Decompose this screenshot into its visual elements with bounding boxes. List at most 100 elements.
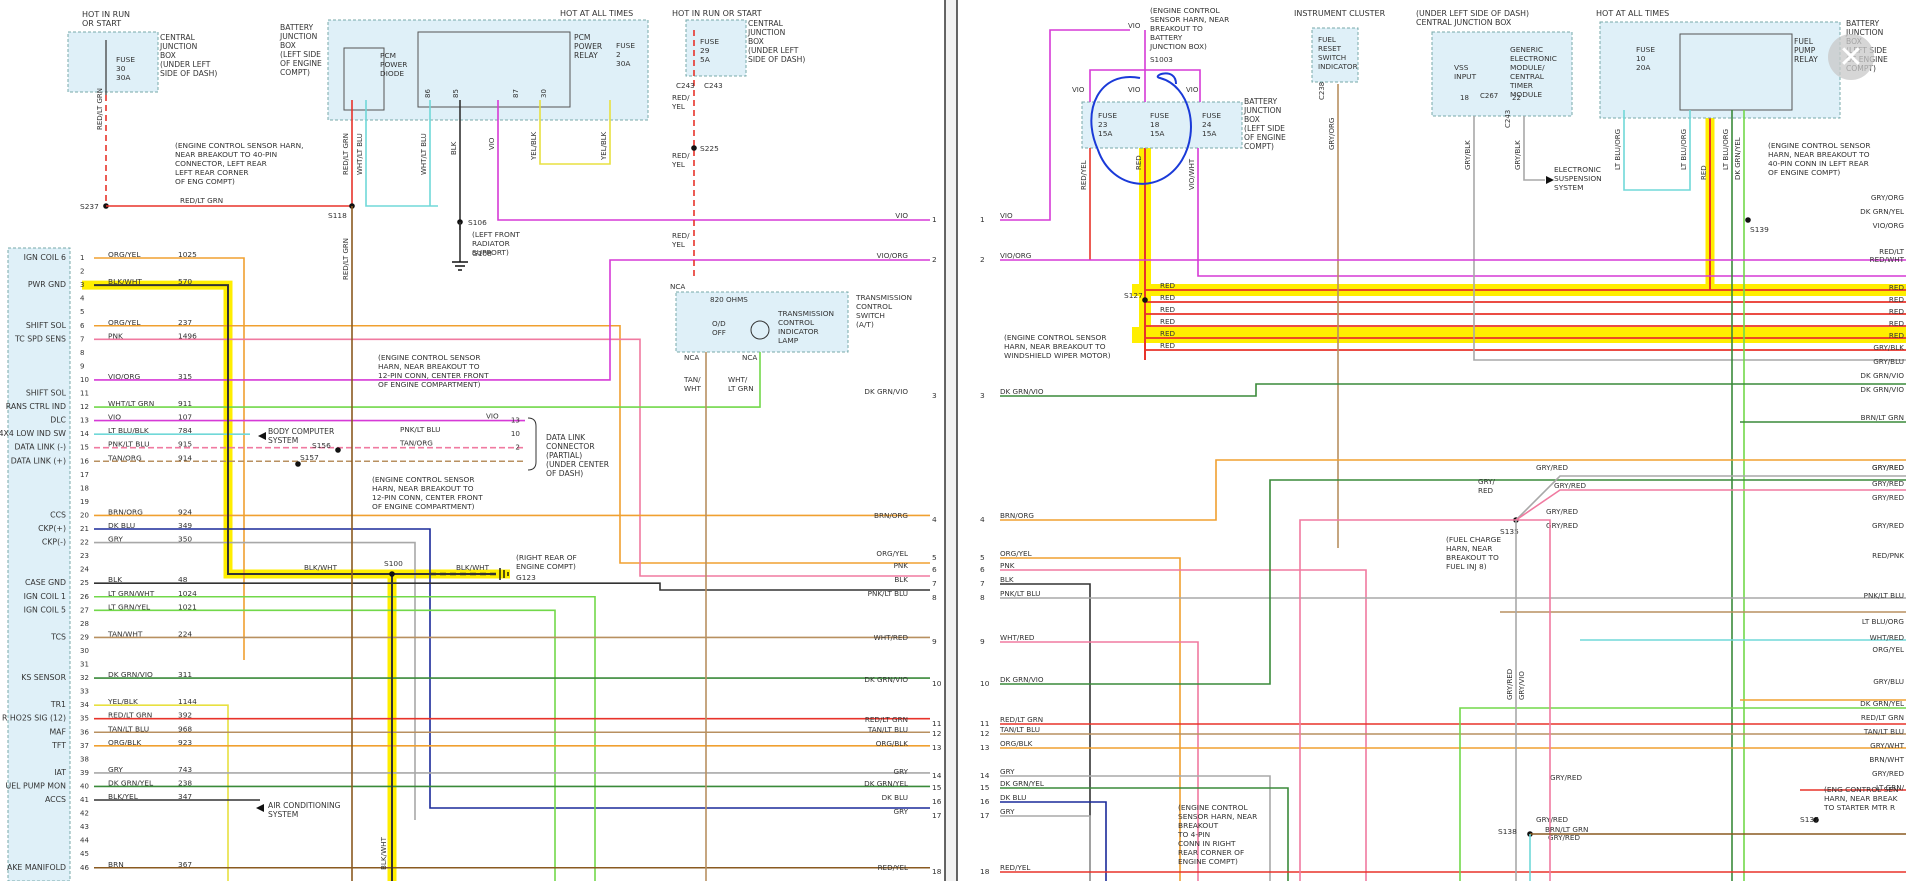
- pcm-pin-number: 43: [80, 823, 89, 831]
- fuse-label: FUSE: [1098, 111, 1117, 120]
- s156-label: S156: [312, 441, 331, 450]
- edge-wire-label: RED/LT GRN: [865, 715, 908, 724]
- wire-label: GRY/BLK: [1514, 140, 1522, 170]
- pcm-pin-label: DATA LINK (-): [14, 443, 66, 452]
- edge-wire-label: ORG/YEL: [876, 549, 908, 558]
- pcm-pin-number: 27: [80, 606, 89, 614]
- gry-red-v-label: RED: [1478, 486, 1494, 495]
- wire-label: GRY/BLK: [1464, 140, 1472, 170]
- right-rear-label: (RIGHT REAR OF: [516, 553, 577, 562]
- pcm-pin-number: 35: [80, 715, 89, 723]
- right-wire-label: ORG/BLK: [1000, 739, 1033, 748]
- red-yel-label: RED/: [672, 93, 690, 102]
- ecs-s1003-label: BREAKOUT TO: [1150, 24, 1203, 33]
- ac-label: SYSTEM: [268, 810, 298, 819]
- pcm-pin-number: 5: [80, 308, 84, 316]
- pcm-pin-number: 11: [80, 390, 89, 398]
- right-wire-label: GRY: [1000, 807, 1015, 816]
- dlc-label: DATA LINK: [546, 433, 586, 442]
- wire-label: GRY/VIO: [1518, 671, 1526, 700]
- pcm-pin-label: IAT: [54, 768, 66, 777]
- vss-label: INPUT: [1454, 72, 1477, 81]
- pcm-diode-label: POWER: [380, 60, 407, 69]
- red-harness-label: RED: [1160, 317, 1176, 326]
- hot-run-start-2-label: HOT IN RUN OR START: [672, 9, 762, 18]
- tan-wht-label: WHT: [684, 384, 702, 393]
- edge-pin-number: 15: [932, 783, 942, 792]
- pcm-pin-number: 13: [80, 417, 89, 425]
- right-edge-label: ORG/YEL: [1872, 645, 1904, 654]
- pcm-pin-number: 42: [80, 810, 89, 818]
- battery-jbox-label: COMPT): [1244, 142, 1274, 151]
- right-edge-label: RED: [1889, 295, 1905, 304]
- ohms-label: 820 OHMS: [710, 295, 748, 304]
- relay-pin-number: 30: [540, 89, 548, 98]
- edge-wire-label: WHT/RED: [874, 633, 909, 642]
- s135-note-label: HARN, NEAR: [1446, 544, 1492, 553]
- left-front-radiator-label: (LEFT FRONT: [472, 230, 520, 239]
- right-pin-number: 17: [980, 811, 990, 820]
- blk-wht-label-v: BLK/WHT: [379, 836, 388, 870]
- right-edge-label: RED/PNK: [1872, 551, 1904, 560]
- wire-label: RED/LT GRN: [180, 196, 223, 205]
- right-pin-number: 8: [980, 593, 985, 602]
- ecs-s139-label: (ENGINE CONTROL SENSOR: [1768, 141, 1871, 150]
- s138-note-label: ENGINE COMPT): [1178, 857, 1238, 866]
- pcm-pin-number: 14: [80, 430, 89, 438]
- ecs-s1003-label: SENSOR HARN, NEAR: [1150, 15, 1229, 24]
- tcil-label: INDICATOR: [778, 327, 819, 336]
- wire-label: RED: [1700, 165, 1708, 180]
- right-edge-label: BRN/LT GRN: [1861, 413, 1904, 422]
- ecs-12pin-label-2: 12-PIN CONN, CENTER FRONT: [372, 493, 483, 502]
- right-pin-number: 11: [980, 719, 990, 728]
- fuse29-label: FUSE: [700, 37, 719, 46]
- ecs-12pin-label-2: HARN, NEAR BREAKOUT TO: [372, 484, 474, 493]
- cjb-label: JUNCTION: [159, 42, 197, 51]
- right-wire-label: GRY: [1000, 767, 1015, 776]
- edge-wire-label: DK GRN/YEL: [864, 779, 908, 788]
- fuel-pump-relay-label: RELAY: [1794, 55, 1818, 64]
- close-icon[interactable]: ✕: [1828, 34, 1874, 80]
- pcm-pin-number: 32: [80, 674, 89, 682]
- hot-run-start-label: HOT IN RUN: [82, 10, 130, 19]
- s138-note-label: SENSOR HARN, NEAR: [1178, 812, 1257, 821]
- pcm-pin-number: 20: [80, 511, 89, 519]
- pcm-diode-label: DIODE: [380, 69, 404, 78]
- edge-pin-number: 18: [932, 867, 942, 876]
- wire-label: VIO/WHT: [1188, 158, 1196, 190]
- wire-label: LT BLU/ORG: [1614, 129, 1622, 170]
- fuse-label: 18: [1150, 120, 1160, 129]
- edge-wire-label: VIO/ORG: [877, 251, 908, 260]
- hot-run-start-label: OR START: [82, 19, 121, 28]
- gem-label: MODULE/: [1510, 63, 1545, 72]
- right-wire-label: DK GRN/YEL: [1000, 779, 1044, 788]
- ecs-s127-label: (ENGINE CONTROL SENSOR: [1004, 333, 1107, 342]
- right-pin-number: 15: [980, 783, 990, 792]
- dlc-wire-label: PNK/LT BLU: [400, 425, 440, 434]
- fuse10-label: FUSE: [1636, 45, 1655, 54]
- pcm-pin-number: 4: [80, 295, 85, 303]
- pcm-pin-label: IGN COIL 6: [24, 253, 66, 262]
- dlc-label: CONNECTOR: [546, 442, 595, 451]
- pcm-pin-number: 36: [80, 728, 89, 736]
- edge-pin-number: 7: [932, 579, 937, 588]
- wire-label: LT BLU/ORG: [1680, 129, 1688, 170]
- edge-wire-label: RED/YEL: [878, 863, 908, 872]
- right-wire-label: WHT/RED: [1000, 633, 1035, 642]
- edge-pin-number: 10: [932, 679, 942, 688]
- edge-pin-number: 6: [932, 565, 937, 574]
- brn-lt-grn-label: BRN/LT GRN: [1545, 825, 1588, 834]
- edge-wire-label: DK GRN/VIO: [864, 387, 908, 396]
- edge-wire-label: PNK/LT BLU: [868, 589, 908, 598]
- wire-label: YEL/BLK: [600, 131, 608, 161]
- wire-label: GRY/ORG: [1328, 118, 1336, 150]
- battery-jbox-label: BATTERY: [1244, 97, 1278, 106]
- pcm-pin-label: RANS CTRL IND: [6, 402, 66, 411]
- battery-jbox2-label: BATTERY: [1846, 19, 1880, 28]
- pcm-diode-label: PCM: [380, 51, 396, 60]
- gem-label: GENERIC: [1510, 45, 1543, 54]
- cjb-label: CENTRAL: [160, 33, 196, 42]
- ecs-note-label: OF ENG COMPT): [175, 177, 235, 186]
- s137-note-label: TO STARTER MTR R: [1823, 803, 1895, 812]
- edge-pin-number: 1: [932, 215, 937, 224]
